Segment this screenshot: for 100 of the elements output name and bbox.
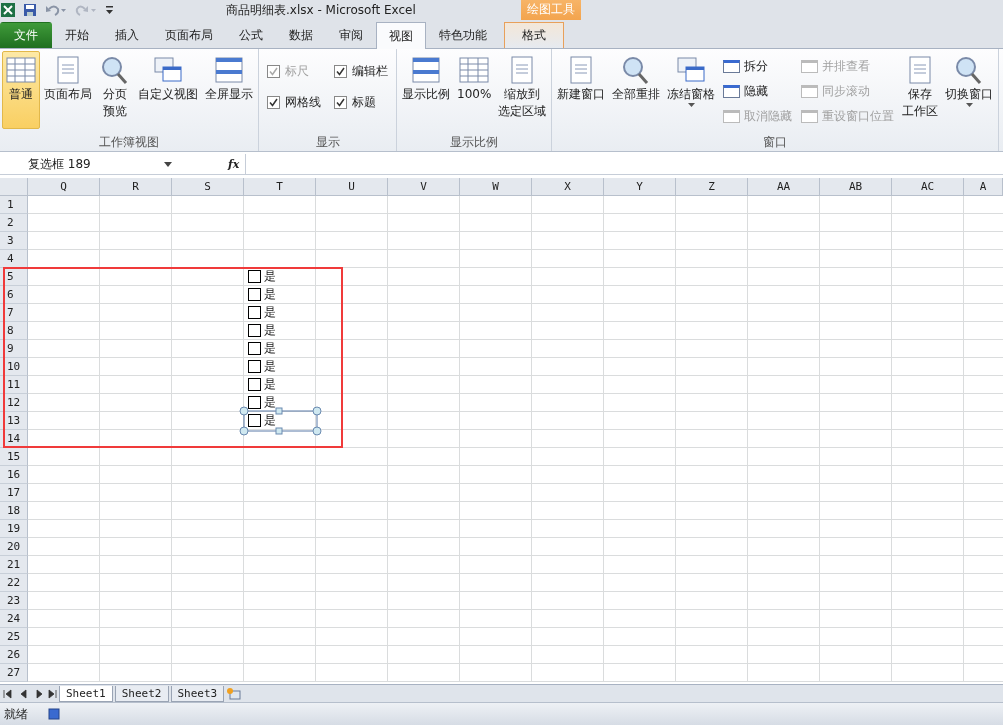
ribbon-checkbox[interactable]: 编辑栏	[334, 63, 388, 80]
column-header[interactable]: T	[244, 178, 316, 196]
ribbon-tab[interactable]: 审阅	[326, 22, 376, 48]
row-header[interactable]: 20	[0, 538, 28, 556]
row-header[interactable]: 8	[0, 322, 28, 340]
row-header[interactable]: 11	[0, 376, 28, 394]
ribbon-tab[interactable]: 公式	[226, 22, 276, 48]
row-header[interactable]: 13	[0, 412, 28, 430]
column-header[interactable]: U	[316, 178, 388, 196]
window-icon	[723, 85, 741, 98]
selection-frame[interactable]	[239, 406, 323, 436]
ribbon-button[interactable]: 显示比例	[399, 51, 453, 129]
column-header[interactable]: X	[532, 178, 604, 196]
ribbon-button[interactable]: 普通	[2, 51, 40, 129]
checkbox-control[interactable]: 是	[248, 269, 276, 284]
checkbox-control[interactable]: 是	[248, 395, 276, 410]
row-header[interactable]: 21	[0, 556, 28, 574]
ribbon-tab[interactable]: 开始	[52, 22, 102, 48]
dropdown-icon[interactable]	[164, 161, 172, 167]
ribbon-small-button[interactable]: 隐藏	[723, 82, 793, 101]
undo-icon[interactable]	[45, 3, 67, 17]
ribbon-tab[interactable]: 文件	[0, 22, 52, 48]
column-header[interactable]: AB	[820, 178, 892, 196]
ribbon-button[interactable]: 分页 预览	[96, 51, 134, 129]
ribbon-button[interactable]: 全部重排	[609, 51, 664, 129]
column-header[interactable]: Z	[676, 178, 748, 196]
ribbon-tab[interactable]: 数据	[276, 22, 326, 48]
macro-record-icon[interactable]	[48, 708, 60, 720]
column-header[interactable]: V	[388, 178, 460, 196]
checkbox-control[interactable]: 是	[248, 323, 276, 338]
row-header[interactable]: 19	[0, 520, 28, 538]
ribbon-button[interactable]: 100%	[454, 51, 495, 129]
column-header[interactable]: W	[460, 178, 532, 196]
sheet-navigation-icon[interactable]	[3, 688, 57, 699]
row-header[interactable]: 24	[0, 610, 28, 628]
checkbox-control[interactable]: 是	[248, 287, 276, 302]
windows-icon	[675, 55, 708, 85]
row-header[interactable]: 25	[0, 628, 28, 646]
row-header[interactable]: 1	[0, 196, 28, 214]
checkbox-control[interactable]: 是	[248, 305, 276, 320]
ribbon-checkbox[interactable]: 网格线	[267, 94, 321, 111]
grid-icon	[458, 55, 491, 85]
row-header[interactable]: 4	[0, 250, 28, 268]
row-header[interactable]: 26	[0, 646, 28, 664]
table-icon	[410, 55, 442, 85]
group-label: 显示	[314, 134, 341, 151]
column-header[interactable]: S	[172, 178, 244, 196]
column-header[interactable]: AA	[748, 178, 820, 196]
save-icon[interactable]	[23, 3, 37, 17]
insert-function-button[interactable]: fx	[228, 157, 240, 171]
row-header[interactable]: 12	[0, 394, 28, 412]
row-header[interactable]: 27	[0, 664, 28, 682]
row-header[interactable]: 23	[0, 592, 28, 610]
column-header[interactable]: Q	[28, 178, 100, 196]
window-icon	[801, 60, 819, 73]
row-header[interactable]: 18	[0, 502, 28, 520]
ribbon-button[interactable]: 保存 工作区	[899, 51, 942, 129]
ribbon-tab[interactable]: 格式	[504, 22, 564, 48]
column-header[interactable]: R	[100, 178, 172, 196]
ribbon-tab[interactable]: 特色功能	[426, 22, 500, 48]
excel-logo-icon	[1, 3, 15, 17]
row-header[interactable]: 16	[0, 466, 28, 484]
ribbon-small-button[interactable]: 拆分	[723, 57, 793, 76]
ribbon-tab[interactable]: 插入	[102, 22, 152, 48]
checkbox-control[interactable]: 是	[248, 341, 276, 356]
row-header[interactable]: 6	[0, 286, 28, 304]
checkbox-control[interactable]: 是	[248, 359, 276, 374]
ribbon-button[interactable]: 自定义视图	[135, 51, 201, 129]
column-header[interactable]: A	[964, 178, 1003, 196]
window-title: 商品明细表.xlsx - Microsoft Excel	[226, 2, 416, 19]
ribbon-button[interactable]: 缩放到 选定区域	[495, 51, 550, 129]
customize-toolbar-icon[interactable]	[105, 4, 115, 16]
ribbon-tab[interactable]: 页面布局	[152, 22, 226, 48]
sheet-tab[interactable]: Sheet3	[170, 685, 225, 702]
ribbon-button[interactable]: 新建窗口	[554, 51, 609, 129]
grid-icon	[5, 55, 37, 85]
row-header[interactable]: 2	[0, 214, 28, 232]
ribbon-tab[interactable]: 视图	[376, 22, 426, 49]
row-header[interactable]: 22	[0, 574, 28, 592]
ribbon-button[interactable]: 全屏显示	[202, 51, 256, 129]
row-header[interactable]: 17	[0, 484, 28, 502]
name-box[interactable]: 复选框 189	[0, 155, 158, 173]
table-icon	[213, 55, 245, 85]
window-icon	[801, 85, 819, 98]
status-text: 就绪	[4, 705, 28, 723]
row-header[interactable]: 3	[0, 232, 28, 250]
group-label: 工作簿视图	[98, 134, 160, 151]
ribbon-button[interactable]: 切换窗口	[942, 51, 997, 129]
sheet-tab[interactable]: Sheet1	[59, 685, 113, 702]
ribbon-checkbox[interactable]: 标题	[334, 94, 388, 111]
column-header[interactable]: Y	[604, 178, 676, 196]
row-header[interactable]: 15	[0, 448, 28, 466]
row-header[interactable]: 7	[0, 304, 28, 322]
sheet-tab[interactable]: Sheet2	[114, 685, 169, 702]
row-header[interactable]: 10	[0, 358, 28, 376]
ribbon-button[interactable]: 冻结窗格	[664, 51, 719, 129]
ribbon-button[interactable]: 页面布局	[41, 51, 95, 129]
column-header[interactable]: AC	[892, 178, 964, 196]
row-header[interactable]: 9	[0, 340, 28, 358]
checkbox-control[interactable]: 是	[248, 377, 276, 392]
